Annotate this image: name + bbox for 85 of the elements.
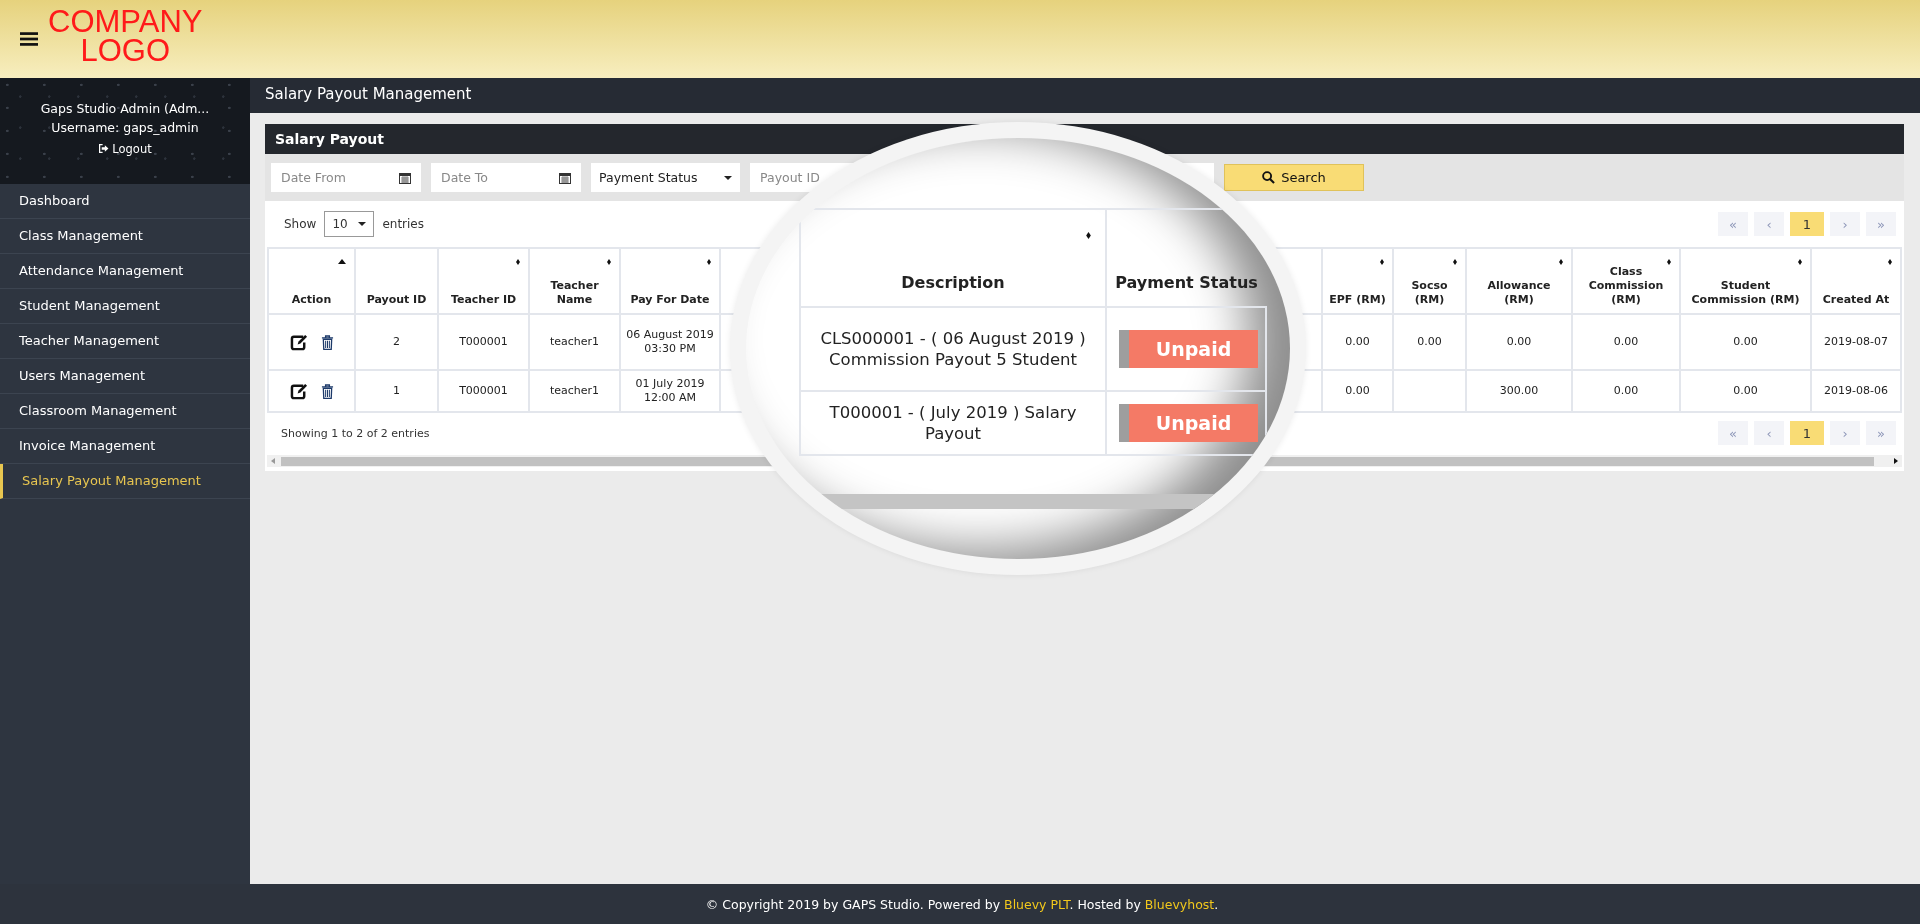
copyright-text: © Copyright 2019 by GAPS Studio. Powered by Bluevy PLT. Hosted by Bluevyhost. — [705, 896, 1219, 912]
sort-icon — [516, 259, 520, 265]
column-header[interactable]: Description — [901, 273, 1005, 292]
sort-icon — [1559, 259, 1563, 265]
sort-icon — [707, 259, 711, 265]
description-cell: T000001 - ( July 2019 ) Salary Payout — [829, 403, 1077, 443]
sort-ascending-icon — [338, 259, 346, 264]
page-button[interactable]: 1 — [1790, 421, 1824, 445]
date-field[interactable]: Date From — [271, 163, 421, 192]
status-badge: Unpaid — [1119, 330, 1258, 368]
trash-icon[interactable] — [320, 383, 334, 399]
entries-label: entries — [382, 217, 424, 231]
sort-icon — [607, 259, 611, 265]
show-label: Show — [284, 217, 317, 231]
table-cell: 0.00 — [1417, 335, 1442, 348]
page-title: Salary Payout Management — [250, 78, 1920, 113]
table-cell: 01 July 2019 12:00 AM — [635, 377, 705, 404]
table-cell: T000001 — [459, 335, 508, 348]
table-cell: 1 — [393, 384, 400, 397]
table-cell: 2019-08-07 — [1824, 335, 1888, 348]
menu-icon[interactable] — [20, 32, 38, 46]
logout-icon — [98, 144, 110, 153]
table-cell: 0.00 — [1613, 384, 1639, 397]
table-cell: teacher1 — [549, 335, 600, 348]
table-cell: teacher1 — [549, 384, 600, 397]
calendar-icon — [399, 171, 411, 184]
table-cell: 0.00 — [1506, 335, 1532, 348]
sidebar-item[interactable]: Attendance Management — [0, 254, 250, 289]
sidebar-item[interactable]: Salary Payout Management — [0, 464, 250, 499]
table-cell: 2 — [393, 335, 400, 348]
sidebar-item[interactable]: Dashboard — [0, 184, 250, 219]
logo-text: LOGO — [80, 36, 170, 65]
sort-icon — [1380, 259, 1384, 265]
column-header[interactable]: Action — [268, 248, 355, 314]
sidebar-item[interactable]: Classroom Management — [0, 394, 250, 429]
search-button[interactable]: Search — [1224, 164, 1364, 191]
user-name: Gaps Studio Admin (Adm... — [40, 100, 210, 116]
table-cell: 300.00 — [1499, 384, 1539, 397]
table-cell: 0.00 — [1613, 335, 1639, 348]
footer-link[interactable]: Bluevy PLT — [1004, 896, 1070, 912]
table-cell: 06 August 2019 03:30 PM — [626, 328, 714, 355]
sidebar-item[interactable]: Class Management — [0, 219, 250, 254]
table-cell: 0.00 — [1733, 384, 1758, 397]
page-button[interactable]: 1 — [1790, 212, 1824, 236]
logout-link[interactable]: Logout — [98, 141, 152, 156]
status-dropdown[interactable]: Payment Status — [591, 163, 740, 192]
date-field[interactable]: Date To — [431, 163, 581, 192]
edit-icon[interactable] — [289, 382, 309, 400]
entries-info: Showing 1 to 2 of 2 entries — [281, 426, 430, 440]
sort-icon — [1888, 259, 1892, 265]
column-header[interactable]: Created At — [1811, 248, 1901, 314]
column-header[interactable]: EPF (RM) — [1322, 248, 1393, 314]
column-header[interactable]: Class Commission (RM) — [1572, 248, 1680, 314]
status-badge: Unpaid — [1119, 404, 1258, 442]
description-cell: CLS000001 - ( 06 August 2019 ) Commission Payout 5 Student — [820, 329, 1086, 369]
scroll-right-icon[interactable] — [1894, 458, 1898, 464]
logo-text: COMPANY — [48, 7, 203, 36]
sidebar-item[interactable]: Invoice Management — [0, 429, 250, 464]
table-cell: 0.00 — [1345, 335, 1370, 348]
calendar-icon — [559, 171, 571, 184]
column-header[interactable]: Socso (RM) — [1393, 248, 1466, 314]
column-header[interactable]: Student Commission (RM) — [1680, 248, 1811, 314]
sort-icon — [1453, 259, 1457, 265]
column-header[interactable]: Payout ID — [355, 248, 438, 314]
table-cell: 0.00 — [1733, 335, 1758, 348]
column-header[interactable]: Pay For Date — [620, 248, 720, 314]
caret-icon — [724, 175, 732, 180]
sort-icon — [1667, 259, 1671, 265]
column-header[interactable]: Payment Status — [1115, 273, 1258, 292]
column-header[interactable]: Teacher ID — [438, 248, 529, 314]
entries-dropdown[interactable]: 10 — [324, 211, 375, 237]
column-header[interactable]: Allowance (RM) — [1466, 248, 1572, 314]
sidebar-item[interactable]: Student Management — [0, 289, 250, 324]
table-cell: 2019-08-06 — [1824, 384, 1888, 397]
sidebar-item[interactable]: Teacher Management — [0, 324, 250, 359]
table-cell: T000001 — [459, 384, 508, 397]
edit-icon[interactable] — [289, 333, 309, 351]
trash-icon[interactable] — [320, 334, 334, 350]
sidebar-item[interactable]: Users Management — [0, 359, 250, 394]
column-header[interactable]: Teacher Name — [529, 248, 620, 314]
sort-icon — [1798, 259, 1802, 265]
caret-icon — [358, 222, 367, 226]
username: Username: gaps_admin — [51, 119, 199, 135]
table-cell: 0.00 — [1345, 384, 1370, 397]
search-icon — [1262, 171, 1276, 184]
